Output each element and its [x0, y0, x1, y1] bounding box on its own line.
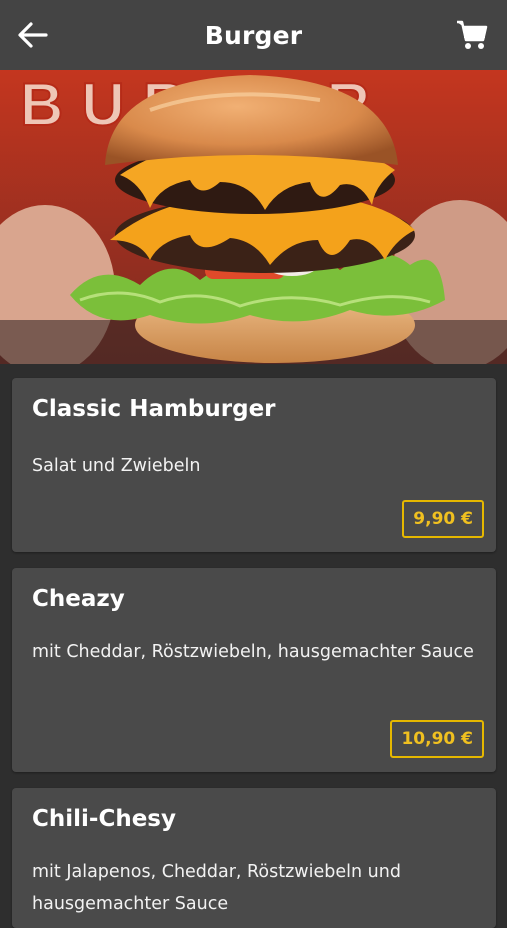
menu-item-name: Cheazy: [32, 586, 125, 612]
menu-item-description: Salat und Zwiebeln: [32, 456, 201, 476]
menu-item-card[interactable]: Classic Hamburger Salat und Zwiebeln 9,9…: [12, 378, 496, 552]
arrow-left-icon: [18, 22, 48, 48]
cart-icon: [457, 20, 488, 49]
menu-item-name: Classic Hamburger: [32, 396, 276, 422]
menu-item-name: Chili-Chesy: [32, 806, 176, 832]
cart-button[interactable]: [455, 18, 489, 52]
menu-item-card[interactable]: Cheazy mit Cheddar, Röstzwiebeln, hausge…: [12, 568, 496, 772]
menu-item-price[interactable]: 9,90 €: [402, 500, 484, 538]
menu-item-description: mit Jalapenos, Cheddar, Röstzwiebeln und…: [32, 862, 401, 914]
menu-item-card[interactable]: Chili-Chesy mit Jalapenos, Cheddar, Röst…: [12, 788, 496, 928]
menu-item-description: mit Cheddar, Röstzwiebeln, hausgemachter…: [32, 642, 474, 662]
menu-item-price[interactable]: 10,90 €: [390, 720, 484, 758]
back-button[interactable]: [16, 19, 50, 51]
page-title: Burger: [204, 20, 303, 50]
app-bar: Burger: [0, 0, 507, 70]
hero-burger-image: BURGER: [0, 70, 507, 364]
